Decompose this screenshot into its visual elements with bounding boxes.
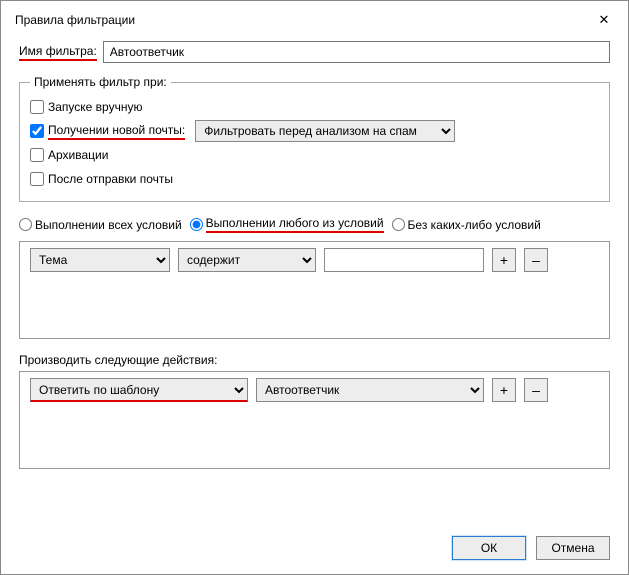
match-all-radio[interactable] (19, 218, 32, 231)
ok-button[interactable]: ОК (452, 536, 526, 560)
condition-add-button[interactable]: + (492, 248, 516, 272)
match-none-label: Без каких-либо условий (408, 218, 541, 232)
apply-group: Применять фильтр при: Запуске вручную По… (19, 75, 610, 202)
apply-manual-label: Запуске вручную (48, 100, 142, 114)
condition-value-input[interactable] (324, 248, 484, 272)
apply-archive-checkbox[interactable] (30, 148, 44, 162)
apply-aftersend-checkbox[interactable] (30, 172, 44, 186)
apply-receive-mode-select[interactable]: Фильтровать перед анализом на спам (195, 120, 455, 142)
actions-box: Ответить по шаблону Автоответчик + – (19, 371, 610, 469)
match-any-label: Выполнении любого из условий (206, 216, 384, 233)
close-icon[interactable]: ✕ (592, 8, 616, 32)
condition-remove-button[interactable]: – (524, 248, 548, 272)
apply-receive-label: Получении новой почты: (48, 123, 185, 140)
apply-manual-checkbox[interactable] (30, 100, 44, 114)
action-add-button[interactable]: + (492, 378, 516, 402)
apply-archive-label: Архивации (48, 148, 108, 162)
condition-op-select[interactable]: содержит (178, 248, 316, 272)
action-param-select[interactable]: Автоответчик (256, 378, 484, 402)
apply-group-legend: Применять фильтр при: (30, 75, 171, 89)
filter-name-label: Имя фильтра: (19, 44, 97, 61)
action-type-select[interactable]: Ответить по шаблону (30, 378, 248, 402)
window-title: Правила фильтрации (15, 13, 135, 27)
apply-aftersend-label: После отправки почты (48, 172, 173, 186)
conditions-box: Тема содержит + – (19, 241, 610, 339)
match-any-radio[interactable] (190, 218, 203, 231)
condition-field-select[interactable]: Тема (30, 248, 170, 272)
match-none-radio[interactable] (392, 218, 405, 231)
cancel-button[interactable]: Отмена (536, 536, 610, 560)
match-all-label: Выполнении всех условий (35, 218, 182, 232)
actions-section-label: Производить следующие действия: (19, 353, 610, 367)
action-remove-button[interactable]: – (524, 378, 548, 402)
apply-receive-checkbox[interactable] (30, 124, 44, 138)
filter-name-input[interactable] (103, 41, 610, 63)
